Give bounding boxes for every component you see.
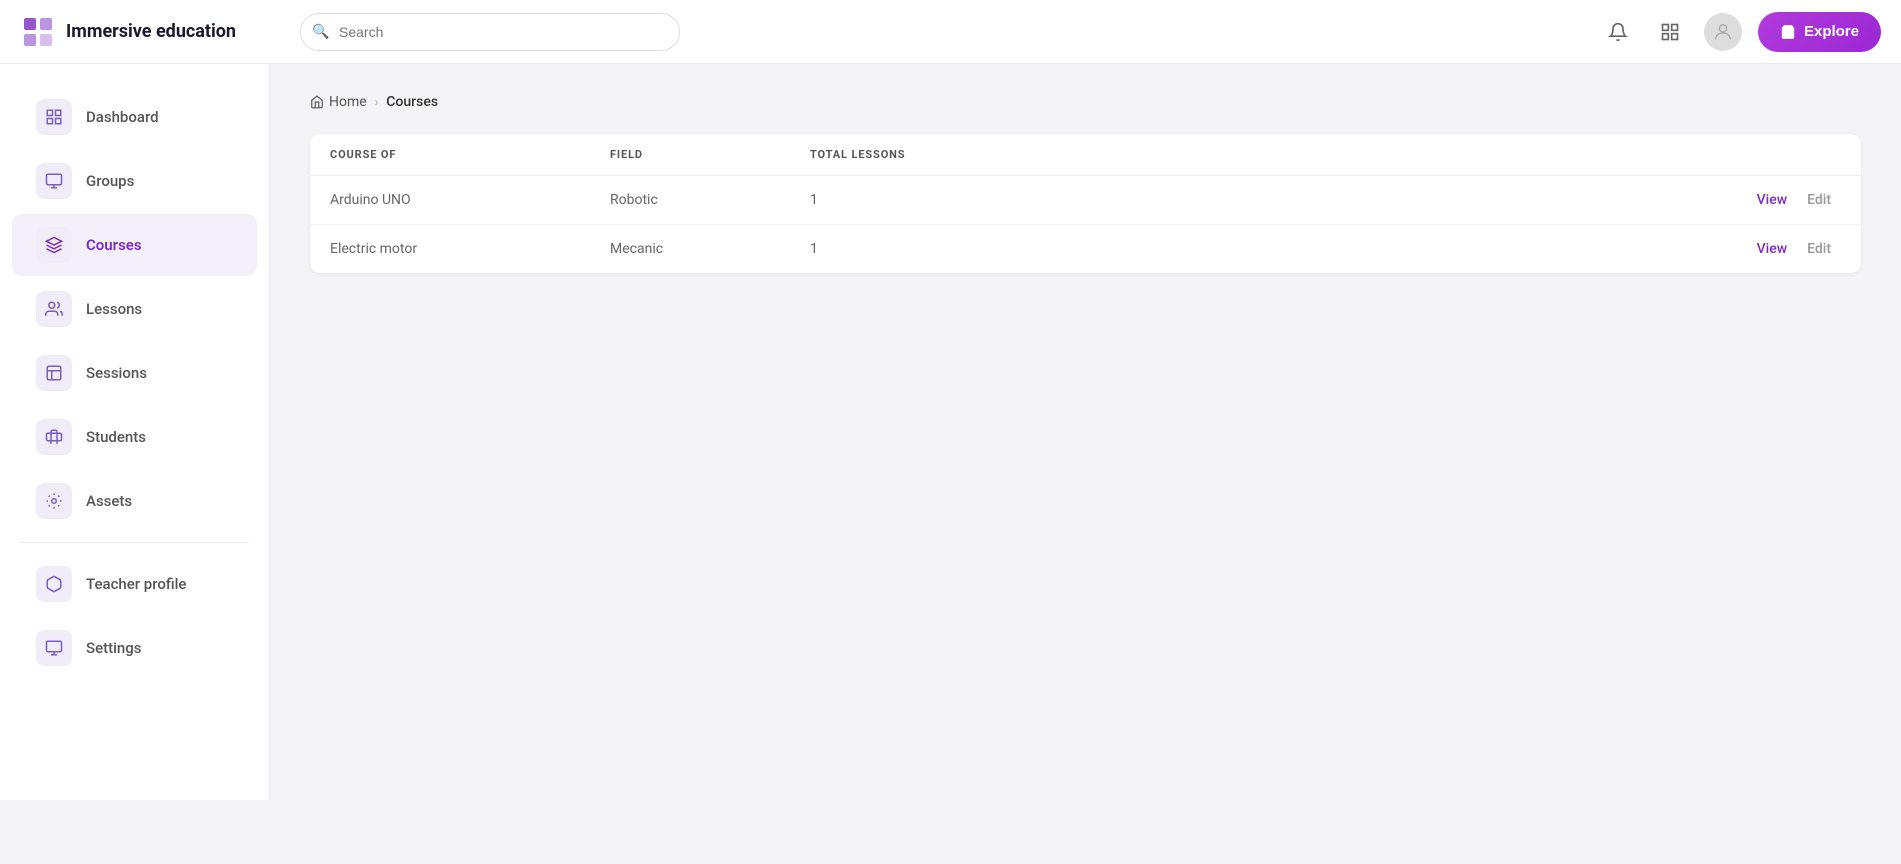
sidebar-label-courses: Courses: [86, 236, 142, 254]
grid-icon-button[interactable]: [1652, 14, 1688, 50]
sidebar-item-courses[interactable]: Courses: [12, 214, 257, 276]
col-spacer: [1010, 148, 1841, 161]
dashboard-icon: [36, 99, 72, 135]
brand: Immersive education: [20, 14, 290, 50]
sidebar-item-students[interactable]: Students: [12, 406, 257, 468]
sidebar-label-assets: Assets: [86, 492, 132, 510]
sidebar-item-settings[interactable]: Settings: [12, 617, 257, 679]
sidebar-label-teacher-profile: Teacher profile: [86, 575, 186, 593]
sidebar-item-assets[interactable]: Assets: [12, 470, 257, 532]
sidebar-item-groups[interactable]: Groups: [12, 150, 257, 212]
breadcrumb-home-label: Home: [329, 94, 367, 110]
edit-button-2[interactable]: Edit: [1797, 241, 1841, 257]
course-lessons-2: 1: [810, 241, 1010, 257]
brand-icon: [20, 14, 56, 50]
course-field-1: Robotic: [610, 192, 810, 208]
course-name-2: Electric motor: [330, 241, 610, 257]
view-button-1[interactable]: View: [1747, 192, 1798, 208]
sidebar-label-lessons: Lessons: [86, 300, 142, 318]
search-container: 🔍: [300, 13, 680, 51]
sidebar: Dashboard Groups Courses: [0, 64, 270, 800]
breadcrumb-separator: ›: [375, 95, 379, 109]
breadcrumb: Home › Courses: [310, 94, 1861, 110]
students-icon: [36, 419, 72, 455]
courses-icon: [36, 227, 72, 263]
sidebar-label-dashboard: Dashboard: [86, 108, 159, 126]
sidebar-label-settings: Settings: [86, 639, 142, 657]
sidebar-label-groups: Groups: [86, 172, 134, 190]
sidebar-label-students: Students: [86, 428, 146, 446]
sidebar-item-sessions[interactable]: Sessions: [12, 342, 257, 404]
navbar: Immersive education 🔍: [0, 0, 1901, 64]
breadcrumb-home-link[interactable]: Home: [310, 94, 367, 110]
course-lessons-1: 1: [810, 192, 1010, 208]
course-field-2: Mecanic: [610, 241, 810, 257]
avatar-button[interactable]: [1704, 13, 1742, 51]
view-button-2[interactable]: View: [1747, 241, 1798, 257]
sidebar-item-dashboard[interactable]: Dashboard: [12, 86, 257, 148]
course-name-1: Arduino UNO: [330, 192, 610, 208]
table-header: COURSE OF FIELD TOTAL LESSONS: [310, 134, 1861, 176]
sidebar-item-lessons[interactable]: Lessons: [12, 278, 257, 340]
edit-button-1[interactable]: Edit: [1797, 192, 1841, 208]
bell-icon-button[interactable]: [1600, 14, 1636, 50]
col-course-of: COURSE OF: [330, 148, 610, 161]
search-icon: 🔍: [312, 24, 329, 40]
lessons-icon: [36, 291, 72, 327]
navbar-right: Explore: [1600, 12, 1881, 52]
breadcrumb-current: Courses: [386, 94, 438, 110]
search-input[interactable]: [300, 13, 680, 51]
table-row: Arduino UNO Robotic 1 View Edit: [310, 176, 1861, 225]
col-total-lessons: TOTAL LESSONS: [810, 148, 1010, 161]
sidebar-label-sessions: Sessions: [86, 364, 147, 382]
col-field: FIELD: [610, 148, 810, 161]
teacher-profile-icon: [36, 566, 72, 602]
main-content: Home › Courses COURSE OF FIELD TOTAL LES…: [270, 64, 1901, 800]
sidebar-item-teacher-profile[interactable]: Teacher profile: [12, 553, 257, 615]
assets-icon: [36, 483, 72, 519]
sessions-icon: [36, 355, 72, 391]
table-row: Electric motor Mecanic 1 View Edit: [310, 225, 1861, 273]
groups-icon: [36, 163, 72, 199]
settings-icon: [36, 630, 72, 666]
app-title: Immersive education: [66, 21, 236, 42]
explore-button[interactable]: Explore: [1758, 12, 1881, 52]
courses-table: COURSE OF FIELD TOTAL LESSONS Arduino UN…: [310, 134, 1861, 273]
explore-label: Explore: [1804, 23, 1859, 40]
sidebar-divider: [20, 542, 249, 543]
layout: Dashboard Groups Courses: [0, 64, 1901, 800]
